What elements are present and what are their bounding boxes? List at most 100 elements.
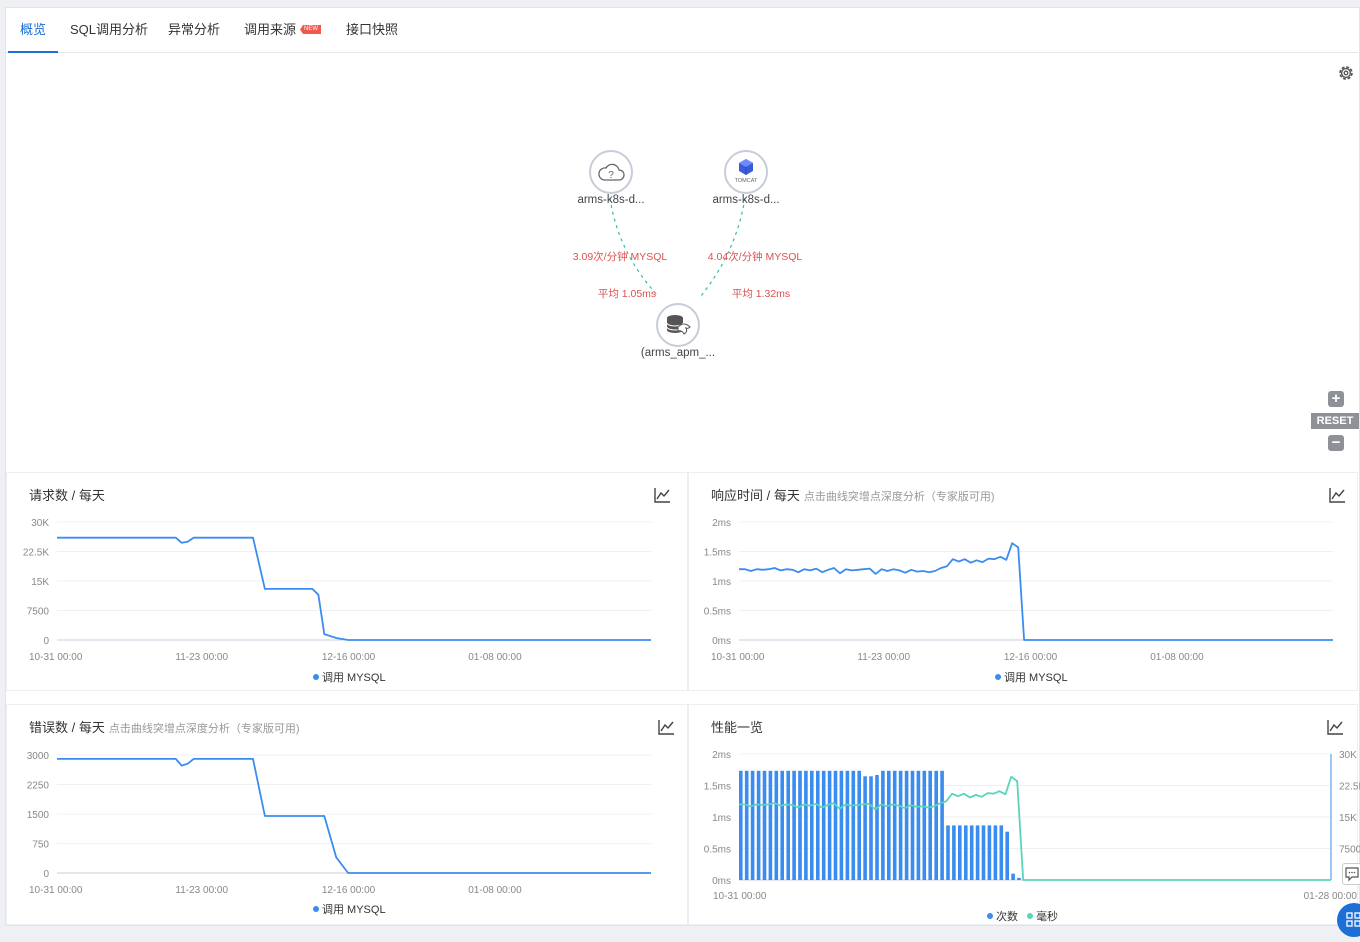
bar [827, 770, 832, 880]
y-tick-label: 0 [43, 636, 49, 647]
response-time-panel: 响应时间 / 每天 点击曲线突增点深度分析（专家版可用) 2ms 1.5ms 1ms 0… [688, 472, 1358, 691]
bar [821, 770, 826, 880]
y-tick-label: 3000 [27, 751, 50, 762]
gear-icon[interactable] [1337, 64, 1355, 82]
chart-legend: 调用 MYSQL [313, 901, 386, 917]
y-tick-label-right: 30K [1339, 750, 1357, 761]
node-label: arms-k8s-d... [577, 194, 645, 206]
x-tick-label: 01-08 00:00 [1150, 652, 1204, 663]
y-tick-label: 0 [43, 869, 49, 880]
bar [786, 770, 790, 880]
zoom-in-button[interactable]: + [1328, 391, 1344, 407]
y-tick-label-left: 1ms [712, 813, 731, 824]
bar [910, 770, 915, 880]
bar [744, 770, 749, 880]
bar [928, 770, 932, 880]
series-line [57, 758, 651, 874]
bar [1017, 877, 1021, 880]
bar [934, 770, 938, 880]
y-tick-label: 750 [32, 840, 49, 851]
y-tick-label: 1ms [712, 577, 731, 588]
performance-chart: 2ms 30K 1.5ms 22.5K 1ms 15K 0.5ms 7500 0ms 10-31 … [704, 750, 1360, 902]
bar [904, 770, 909, 880]
bar [887, 770, 891, 880]
tomcat-cube-icon [739, 159, 753, 175]
bar [750, 770, 755, 880]
x-tick-label: 01-08 00:00 [468, 652, 522, 663]
bar [922, 770, 927, 880]
tab-call-source[interactable]: 调用来源 [244, 8, 296, 52]
node-tomcat-service[interactable]: TOMCAT [724, 150, 768, 194]
bar [981, 825, 986, 880]
bar [940, 770, 944, 880]
bar [756, 770, 761, 880]
tab-bar: 概览 SQL调用分析 异常分析 调用来源 NEW 接口快照 [6, 8, 1358, 53]
requests-panel: 请求数 / 每天 30K 22.5K 15K 7500 0 10-31 00:00 11-2… [6, 472, 688, 691]
tomcat-text: TOMCAT [734, 178, 758, 184]
bar [1005, 831, 1009, 880]
topology-edges [609, 197, 746, 298]
bar [863, 776, 867, 880]
topology-graph[interactable]: ? arms-k8s-d... TOMCAT arms-k8s-d... (ar… [6, 53, 1358, 457]
bar [780, 770, 784, 880]
svg-text:?: ? [608, 170, 614, 181]
bar [892, 770, 897, 880]
bar [969, 825, 974, 880]
reset-button[interactable]: RESET [1311, 413, 1359, 429]
x-tick-label: 10-31 00:00 [29, 885, 83, 896]
x-tick-label: 11-23 00:00 [857, 652, 910, 663]
response-time-chart: 2ms 1.5ms 1ms 0.5ms 0ms 10-31 00:00 11-23 00:0… [704, 518, 1333, 663]
x-tick-label: 10-31 00:00 [713, 891, 767, 902]
bar [869, 776, 873, 880]
chart-legend: 次数 毫秒 [987, 908, 1058, 924]
bar [987, 825, 992, 880]
edge-avg-label: 平均 1.32ms [731, 288, 791, 300]
node-unknown-service[interactable]: ? [589, 150, 633, 194]
bar [804, 770, 808, 880]
bar [768, 770, 773, 880]
chat-button[interactable] [1342, 863, 1360, 885]
bar [816, 770, 820, 880]
bar [792, 770, 796, 880]
y-tick-label-right: 7500 [1339, 845, 1360, 856]
y-tick-label: 2250 [27, 781, 50, 792]
bar [762, 770, 767, 880]
series-line [57, 536, 651, 641]
edge-line-1 [609, 197, 660, 298]
bar [798, 770, 802, 880]
tab-sql-analysis[interactable]: SQL调用分析 [70, 8, 148, 52]
requests-chart: 30K 22.5K 15K 7500 0 10-31 00:00 11-23 00:00 12… [23, 518, 651, 663]
x-tick-label: 11-23 00:00 [175, 652, 228, 663]
cloud-question-icon: ? [598, 163, 625, 181]
mysql-database-icon [666, 315, 691, 335]
y-tick-label-left: 1.5ms [704, 782, 731, 793]
x-tick-label: 12-16 00:00 [1004, 652, 1058, 663]
x-tick-label: 01-28 00:00 [1304, 891, 1358, 902]
bar [1011, 873, 1015, 880]
tab-overview[interactable]: 概览 [7, 8, 59, 53]
node-label: (arms_apm_... [640, 347, 716, 359]
node-mysql-database[interactable] [656, 303, 700, 347]
bar [839, 770, 844, 880]
grid-icon [1346, 912, 1360, 927]
new-badge: NEW [300, 25, 321, 34]
y-tick-label: 15K [31, 577, 49, 588]
y-tick-label: 0.5ms [704, 607, 731, 618]
node-label: arms-k8s-d... [712, 194, 780, 206]
bar [958, 825, 962, 880]
tab-exception-analysis[interactable]: 异常分析 [168, 8, 220, 52]
bar [739, 770, 743, 880]
zoom-out-button[interactable]: − [1328, 435, 1344, 451]
apps-button[interactable] [1337, 903, 1360, 937]
tab-interface-snapshot[interactable]: 接口快照 [346, 8, 398, 52]
y-tick-label-left: 0.5ms [704, 845, 731, 856]
bar [810, 770, 814, 880]
bar [993, 825, 998, 880]
y-tick-label: 1.5ms [704, 548, 731, 559]
bar [975, 825, 980, 880]
edge-rate-label: 3.09次/分钟 MYSQL [572, 251, 668, 263]
bar [833, 770, 838, 880]
chart-legend: 调用 MYSQL [313, 669, 386, 685]
series-line [739, 775, 1331, 881]
performance-panel: 性能一览 2ms30K1.5ms22.5K1ms15K0.5ms75000ms1… [688, 704, 1360, 925]
